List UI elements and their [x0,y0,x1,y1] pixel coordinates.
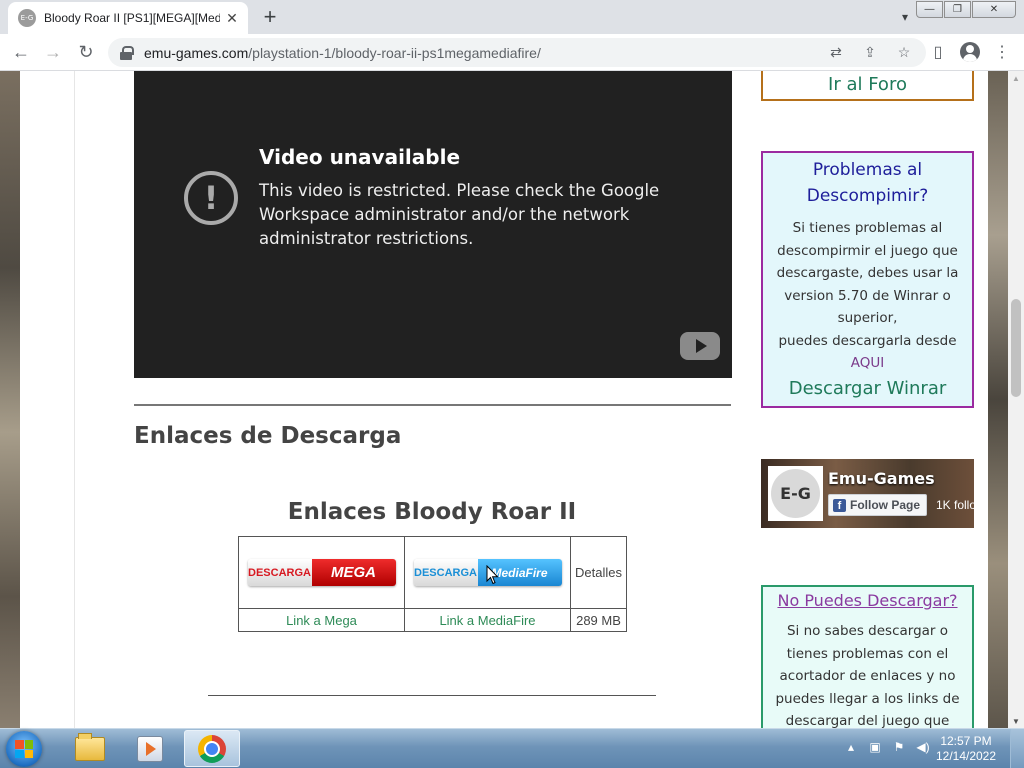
scroll-down-arrow-icon[interactable]: ▼ [1008,714,1024,728]
video-player[interactable]: ! Video unavailable This video is restri… [134,71,732,378]
video-error-message: This video is restricted. Please check t… [259,181,660,248]
mouse-cursor-icon [486,565,499,585]
mediafire-button-left: DESCARGA [413,559,478,586]
browser-toolbar: ← → ↻ emu-games.com/playstation-1/bloody… [0,34,1024,71]
tab-close-icon[interactable]: ✕ [224,10,240,26]
mega-button-right: MEGA [311,559,396,586]
new-tab-button[interactable]: + [258,4,282,29]
avatar-logo: E-G [771,469,820,518]
profile-button[interactable] [958,40,982,64]
download-table: DESCARGA MEGA DESCARGA MediaFire Detalle… [238,536,627,632]
download-winrar-link[interactable]: Descargar Winrar [763,378,972,399]
cant-download-text: Si no sabes descargar o tienes problemas… [775,623,960,728]
system-tray: ▴ ▣ ⚑ ◀) [843,739,931,755]
scroll-up-arrow-icon[interactable]: ▲ [1008,71,1024,85]
url-path: /playstation-1/bloody-roar-ii-ps1megamed… [248,44,541,61]
profile-icon [960,42,980,62]
tab-title: Bloody Roar II [PS1][MEGA][MediaFire] [44,11,220,25]
follow-page-button[interactable]: f Follow Page [828,494,928,516]
section-divider [134,404,731,406]
cant-download-box: No Puedes Descargar? Si no sabes descarg… [761,585,974,728]
show-hidden-icons-icon[interactable]: ▴ [843,739,859,755]
forum-box: Ir al Foro [761,71,974,101]
mega-link-cell: Link a Mega [238,608,405,632]
taskbar-clock[interactable]: 12:57 PM 12/14/2022 [935,734,997,764]
background-art-left [0,71,20,728]
scrollbar-thumb[interactable] [1011,299,1021,397]
mediafire-link-cell: Link a MediaFire [404,608,571,632]
menu-icon[interactable]: ⋮ [990,40,1014,64]
avatar[interactable]: E-G [768,466,823,521]
table-row: Link a Mega Link a MediaFire 289 MB [238,608,627,632]
facebook-page-widget[interactable]: E-G Emu-Games f Follow Page 1K followers [761,459,974,528]
mega-download-button[interactable]: DESCARGA MEGA [247,559,396,586]
reload-button[interactable]: ↻ [74,40,98,64]
url-text[interactable]: emu-games.com/playstation-1/bloody-roar-… [144,45,541,61]
bottom-divider [208,695,656,696]
cant-download-title[interactable]: No Puedes Descargar? [763,591,972,610]
section-heading: Enlaces de Descarga [134,423,402,449]
translate-icon[interactable]: ⇄ [826,42,846,62]
browser-tab[interactable]: E-G Bloody Roar II [PS1][MEGA][MediaFire… [8,2,248,34]
facebook-icon: f [833,498,846,512]
extract-problems-text: Si tienes problemas al descompirmir el j… [763,217,972,375]
youtube-logo-icon[interactable] [680,332,720,360]
tab-search-chevron-down-icon[interactable]: ▾ [895,8,915,26]
side-panel-icon[interactable]: ▯ [926,40,950,64]
mega-button-left: DESCARGA [247,559,312,586]
alert-icon: ! [184,171,238,225]
details-header: Detalles [570,536,627,609]
forward-button[interactable]: → [41,40,65,64]
star-icon[interactable]: ☆ [894,42,914,62]
windows-taskbar: ▴ ▣ ⚑ ◀) 12:57 PM 12/14/2022 [0,728,1024,768]
taskbar-chrome[interactable] [184,730,240,767]
url-host: emu-games.com [144,44,249,61]
video-error-title: Video unavailable [259,145,461,169]
media-player-icon [137,735,163,762]
extract-problems-box: Problemas al Descompimir? Si tienes prob… [761,151,974,408]
file-size: 289 MB [570,608,627,632]
action-center-flag-icon[interactable]: ⚑ [891,739,907,755]
clock-date: 12/14/2022 [935,749,997,763]
aqui-link[interactable]: AQUI [851,355,885,371]
mediafire-link[interactable]: Link a MediaFire [439,613,535,628]
restore-button[interactable]: ❐ [944,1,971,18]
table-row: DESCARGA MEGA DESCARGA MediaFire Detalle… [238,536,627,609]
window-controls: — ❐ ✕ [915,1,1016,18]
forum-link[interactable]: Ir al Foro [828,74,907,95]
extract-problems-title: Problemas al Descompimir? [806,160,929,206]
taskbar-explorer[interactable] [62,730,118,767]
windows-logo-icon [15,740,33,758]
minimize-button[interactable]: — [916,1,943,18]
start-button[interactable] [6,731,42,767]
background-art-right [988,71,1008,728]
network-icon[interactable]: ▣ [867,739,883,755]
page-scrollbar[interactable]: ▲ ▼ [1008,71,1024,728]
volume-icon[interactable]: ◀) [915,739,931,755]
followers-count: 1K followers [936,498,974,512]
share-icon[interactable]: ⇪ [860,42,880,62]
address-bar[interactable]: emu-games.com/playstation-1/bloody-roar-… [108,38,926,67]
links-heading: Enlaces Bloody Roar II [287,499,577,525]
close-window-button[interactable]: ✕ [972,1,1016,18]
page-viewport: ! Video unavailable This video is restri… [0,71,1024,728]
mega-link[interactable]: Link a Mega [286,613,357,628]
clock-time: 12:57 PM [940,734,992,748]
show-desktop-button[interactable] [1010,729,1024,768]
lock-icon[interactable] [120,45,134,60]
taskbar-media-player[interactable] [122,730,178,767]
facebook-page-name[interactable]: Emu-Games [828,469,935,488]
extract-problems-download-from: puedes descargarla desde [778,332,957,349]
omnibox-actions: ⇄ ⇪ ☆ [826,42,914,62]
chrome-icon [198,734,226,763]
follow-page-label: Follow Page [850,498,921,512]
page-content: ! Video unavailable This video is restri… [20,71,988,728]
back-button[interactable]: ← [9,40,33,64]
site-favicon-icon: E-G [18,9,36,27]
extract-problems-body: Si tienes problemas al descompirmir el j… [776,220,959,326]
tab-strip: E-G Bloody Roar II [PS1][MEGA][MediaFire… [0,0,1024,34]
mega-cell: DESCARGA MEGA [238,536,405,609]
folder-icon [75,732,105,761]
content-divider [74,71,75,728]
